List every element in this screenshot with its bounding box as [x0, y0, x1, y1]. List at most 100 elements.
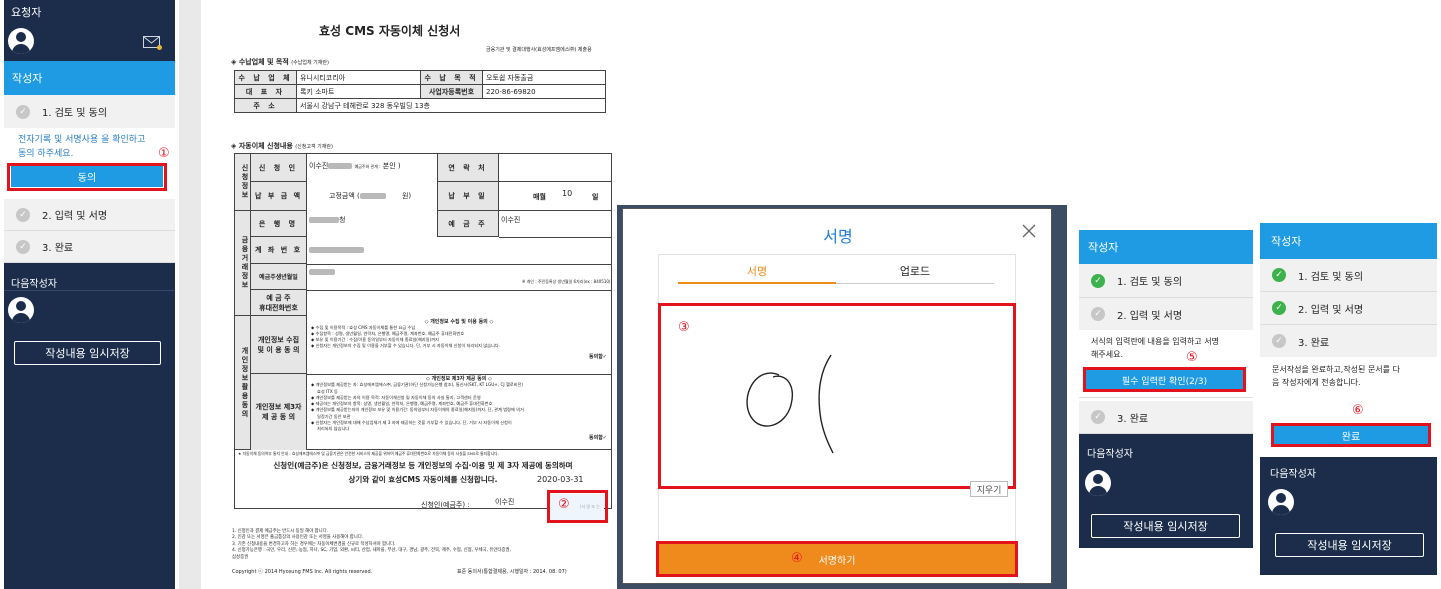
step-3-label: 3. 완료: [42, 243, 74, 254]
consent-1-item-text: 보유 및 이용기간 : 수집/이용 동의일부터 자동이체 종료일(해지일)까지: [315, 337, 439, 342]
note-line: 삼성증권: [232, 554, 249, 560]
phone-label: 예 금 주 휴대전화번호: [251, 290, 307, 316]
document-issuer: 금융기관 및 결제대행사(효성에프엠에스㈜) 제출용: [486, 47, 592, 53]
section-2-note: (신청고객 기재란): [295, 144, 333, 150]
highlight-signature-field: [547, 490, 608, 523]
panel3-temp-save-label: 작성내용 임시저장: [1307, 539, 1392, 552]
panel3-next-author: 다음작성자: [1270, 469, 1316, 480]
row-divider: [307, 264, 611, 265]
applicant-name-field[interactable]: 이수진 예금주와 관계 : 본인 ): [309, 161, 401, 171]
step-1-desc-line2: 동의 하주세요.: [18, 149, 74, 159]
holder-value: 이수진: [501, 216, 521, 224]
panel2-next-author: 다음작성자: [1087, 449, 1133, 460]
panel2-author-label: 작성자: [1088, 241, 1119, 254]
section-1-heading: ◈ 수납업체 및 목적 (수납업체 기재란): [231, 57, 329, 67]
highlight-required: [1083, 367, 1246, 392]
tab-sign-underline: [678, 282, 836, 284]
account-field[interactable]: [309, 246, 364, 254]
consent-2-item-text: 개인정보를 제공받는 자: 효성에프엠에스㈜, 금융기관(하단 신청가능은행 참…: [315, 382, 523, 388]
panel3-step-3-desc: 문서작성을 완료하고,작성된 문서를 다 음 작성자에게 전송합니다.: [1260, 357, 1437, 395]
privacy-rows: 개인정보 수집 및 이 용 동 의 ◇ 개인정보 수집 및 이용 동의 ◇ ◆ …: [251, 316, 611, 450]
panel2-step-1-label: 1. 검토 및 동의: [1117, 277, 1183, 288]
callout-6: ⑥: [1352, 403, 1364, 418]
relation-value: 본인: [382, 162, 396, 170]
step-2-label: 2. 입력 및 서명: [42, 211, 108, 222]
clear-button[interactable]: 지우기: [970, 481, 1008, 497]
step-1-desc: 전자기록 및 서명사용 을 확인하고 동의 하주세요.: [4, 128, 175, 166]
author-header-label: 작성자: [12, 72, 43, 85]
section-2-heading: ◈ 자동이체 신청내용 (신청고객 기재란): [231, 141, 333, 151]
privacy-group-label: 개인정보활용동의: [235, 316, 251, 450]
panel3-temp-save-button[interactable]: 작성내용 임시저장: [1275, 533, 1424, 557]
highlight-signature-pad: [658, 303, 1016, 489]
holder-label: 예 금 주: [437, 211, 499, 237]
callout-3: ③: [678, 320, 690, 335]
check-icon: ✓: [1272, 301, 1286, 315]
sms-footnote: ★ 자동이체 동의여부 통지 안내 : 효성에프엠에스㈜ 및 금융기관은 안전한…: [238, 451, 499, 456]
panel3-step-3-head: ✓ 3. 완료: [1260, 325, 1437, 357]
close-icon[interactable]: [1021, 223, 1037, 239]
sign-modal-title: 서명: [823, 227, 853, 246]
tab-upload[interactable]: 업로드: [836, 263, 994, 279]
form-number: 표준 동의서(통합결제용, 시행일자 : 2014. 08. 07): [457, 569, 567, 575]
step-2[interactable]: ✓ 2. 입력 및 서명: [4, 199, 175, 231]
callout-1: ①: [158, 146, 170, 161]
consent-1-item: ◆ 신청자는 개인정보의 수집 및 이용을 거부할 수 있습니다. 단, 거부 …: [311, 343, 500, 348]
consent-2-label: 개인정보 제3자 제 공 동 의: [251, 374, 307, 450]
check-icon: ✓: [1091, 307, 1105, 321]
author-header: 작성자: [4, 61, 175, 95]
callout-4: ④: [791, 551, 803, 566]
temp-save-button[interactable]: 작성내용 임시저장: [14, 341, 161, 365]
check-icon: ✓: [16, 104, 30, 119]
section-2-title: ◈ 자동이체 신청내용: [231, 142, 293, 150]
consent-2-agree[interactable]: 동의함✓: [311, 435, 607, 441]
temp-save-button-label: 작성내용 임시저장: [45, 347, 130, 360]
panel2-author-header: 작성자: [1079, 230, 1253, 264]
panel3-step-1[interactable]: ✓ 1. 검토 및 동의: [1260, 259, 1437, 292]
panel2-temp-save-button[interactable]: 작성내용 임시저장: [1091, 514, 1240, 538]
highlight-agree: [7, 163, 167, 191]
check-icon: ✓: [1091, 273, 1105, 288]
panel2-step-3[interactable]: ✓ 3. 완료: [1079, 401, 1253, 434]
next-author-avatar: [8, 297, 34, 323]
contact-field[interactable]: [499, 154, 611, 182]
step-3[interactable]: ✓ 3. 완료: [4, 231, 175, 263]
biz-rep-label: 대 표 자: [234, 84, 297, 99]
requester-avatar: [8, 28, 34, 54]
consent-1-agree[interactable]: 동의함✓: [311, 354, 607, 360]
bank-field[interactable]: 청: [309, 215, 345, 225]
step-1-label: 1. 검토 및 동의: [42, 108, 108, 119]
step-1-desc-line1: 전자기록 및 서명사용 을 확인하고: [18, 135, 146, 145]
row-divider: [307, 374, 611, 375]
sign-label: 신청인(예금주) :: [421, 501, 470, 509]
biz-regno-value: 220-86-69820: [482, 84, 606, 99]
fin-group-label: 금융거래정보: [235, 211, 251, 316]
biz-rep-value: 록키 소마트: [296, 84, 421, 99]
mail-icon[interactable]: [143, 36, 162, 50]
payday-field[interactable]: 매월 10 일: [499, 182, 611, 211]
birth-label: 예금주생년월일: [251, 264, 307, 290]
sign-name: 이수진: [495, 498, 515, 506]
biz-name-label: 수 납 업 체: [234, 70, 297, 85]
panel2-step-1[interactable]: ✓ 1. 검토 및 동의: [1079, 264, 1253, 298]
amount-field[interactable]: 고정금액 ( 원): [329, 191, 411, 201]
highlight-done: [1271, 423, 1431, 447]
phone-label-1: 예 금 주: [266, 293, 291, 302]
amount-label: 납 부 금 액: [251, 182, 307, 211]
next-author-label: 다음작성자: [11, 279, 57, 290]
panel2-step-2-desc-line2: 해주세요.: [1091, 350, 1123, 359]
panel3-step-2[interactable]: ✓ 2. 입력 및 서명: [1260, 292, 1437, 325]
biz-table: 수 납 업 체 유니시티코리아 수 납 목 적 오토쉽 자동출금 대 표 자 록…: [234, 70, 606, 113]
panel3-author-header: 작성자: [1260, 223, 1437, 259]
sign-modal: 서명 서명 업로드 이 ③ 지우기 서명하기 ④: [622, 208, 1052, 584]
biz-regno-label: 사업자등록번호: [420, 84, 483, 99]
applicant-name-label: 신 청 인: [251, 154, 307, 182]
check-icon: ✓: [1272, 334, 1286, 348]
highlight-submit: [656, 541, 1018, 577]
biz-addr-value: 서울시 강남구 테헤란로 328 동우빌딩 13층: [296, 98, 606, 113]
check-icon: ✓: [16, 239, 30, 254]
tab-sign[interactable]: 서명: [678, 263, 836, 279]
consent-2-item-text: 개인정보를 제공받는 자의 이용 목적: 자동이체신청 및 자동이체 동의 사실…: [315, 394, 481, 400]
birth-field[interactable]: [309, 268, 335, 276]
step-1[interactable]: ✓ 1. 검토 및 동의: [4, 95, 175, 128]
